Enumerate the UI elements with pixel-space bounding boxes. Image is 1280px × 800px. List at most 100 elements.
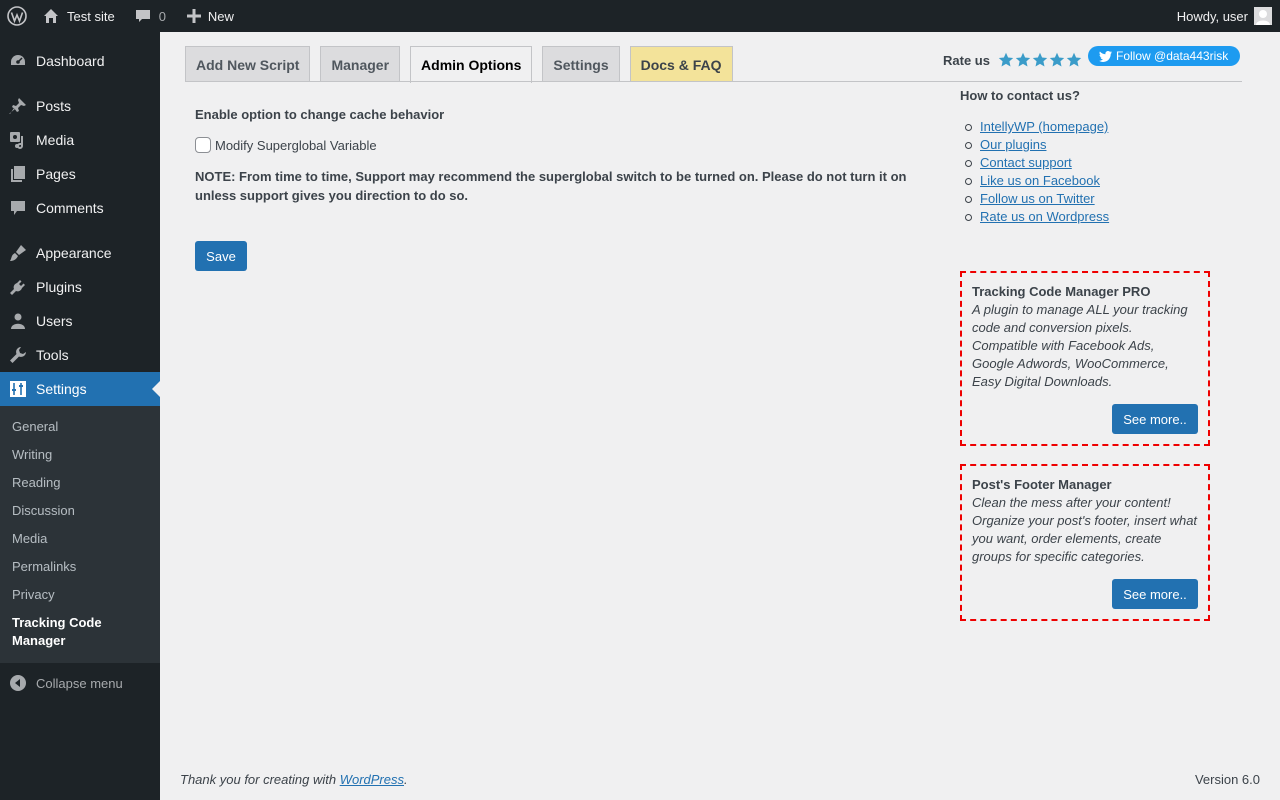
promo-title: Post's Footer Manager <box>972 477 1112 492</box>
sidebar-item-label: Appearance <box>36 245 112 261</box>
submenu-item-reading[interactable]: Reading <box>12 474 152 492</box>
submenu-item-discussion[interactable]: Discussion <box>12 502 152 520</box>
wordpress-link[interactable]: WordPress <box>340 772 404 787</box>
sidebar-item-pages[interactable]: Pages <box>0 157 160 191</box>
collapse-menu-label: Collapse menu <box>36 675 123 691</box>
avatar <box>1254 7 1272 25</box>
sidebar-item-label: Dashboard <box>36 53 105 69</box>
submenu-item-privacy[interactable]: Privacy <box>12 586 152 604</box>
user-icon <box>0 304 36 338</box>
sidebar-item-label: Pages <box>36 166 76 182</box>
promo-box-tracking-pro: Tracking Code Manager PRO A plugin to ma… <box>960 271 1210 446</box>
sidebar-item-label: Comments <box>36 200 104 216</box>
sidebar-item-label: Users <box>36 313 73 329</box>
sidebar-item-settings[interactable]: Settings <box>0 372 160 406</box>
sidebar-item-label: Posts <box>36 98 72 114</box>
our-plugins-link[interactable]: Our plugins <box>980 137 1046 152</box>
sidebar-item-label: Tools <box>36 347 69 363</box>
superglobal-option[interactable]: Modify Superglobal Variable <box>195 137 925 153</box>
admin-sidebar: Dashboard Posts Media Pages Comments App… <box>0 32 160 800</box>
settings-submenu: General Writing Reading Discussion Media… <box>0 406 160 663</box>
list-item: IntellyWP (homepage) <box>965 118 1220 136</box>
sidebar-item-tools[interactable]: Tools <box>0 338 160 372</box>
tab-admin-options[interactable]: Admin Options <box>410 46 533 83</box>
sidebar-info: How to contact us? IntellyWP (homepage) … <box>960 88 1220 621</box>
submenu-item-writing[interactable]: Writing <box>12 446 152 464</box>
sidebar-item-dashboard[interactable]: Dashboard <box>0 44 160 78</box>
facebook-link[interactable]: Like us on Facebook <box>980 173 1100 188</box>
sidebar-item-label: Settings <box>36 381 87 397</box>
greeting: Howdy, user <box>1176 8 1248 24</box>
submenu-item-tracking-code-manager[interactable]: Tracking Code Manager <box>12 614 152 650</box>
save-button[interactable]: Save <box>195 241 247 271</box>
footer-thanks-suffix: . <box>404 772 408 787</box>
star-icon[interactable] <box>1049 52 1066 68</box>
footer-thanks: Thank you for creating with WordPress. <box>180 772 408 787</box>
star-icon[interactable] <box>1015 52 1032 68</box>
account-menu[interactable]: Howdy, user <box>1177 0 1272 32</box>
list-item: Contact support <box>965 154 1220 172</box>
tab-add-new-script[interactable]: Add New Script <box>185 46 311 82</box>
see-more-button[interactable]: See more.. <box>1112 404 1198 434</box>
sidebar-item-comments[interactable]: Comments <box>0 191 160 225</box>
promo-box-footer-manager: Post's Footer Manager Clean the mess aft… <box>960 464 1210 621</box>
checkbox-label[interactable]: Modify Superglobal Variable <box>215 138 377 153</box>
modify-superglobal-checkbox[interactable] <box>195 137 211 153</box>
collapse-arrow-icon <box>0 674 36 692</box>
sidebar-item-users[interactable]: Users <box>0 304 160 338</box>
twitter-bird-icon <box>1098 49 1112 63</box>
tab-settings[interactable]: Settings <box>542 46 620 82</box>
admin-bar: Test site 0 New Howdy, user <box>0 0 1280 32</box>
admin-options-form: Enable option to change cache behavior M… <box>195 92 925 271</box>
support-note: NOTE: From time to time, Support may rec… <box>195 169 907 203</box>
submenu-item-permalinks[interactable]: Permalinks <box>12 558 152 576</box>
sidebar-item-posts[interactable]: Posts <box>0 89 160 123</box>
brush-icon <box>0 236 36 270</box>
list-item: Our plugins <box>965 136 1220 154</box>
star-icon[interactable] <box>1032 52 1049 68</box>
promo-description: Clean the mess after your content! Organ… <box>972 495 1198 564</box>
rate-us-label: Rate us <box>943 52 990 68</box>
section-heading: Enable option to change cache behavior <box>195 107 445 122</box>
sidebar-item-media[interactable]: Media <box>0 123 160 157</box>
submenu-item-media[interactable]: Media <box>12 530 152 548</box>
wordpress-logo-button[interactable] <box>0 0 33 32</box>
contact-support-link[interactable]: Contact support <box>980 155 1072 170</box>
rate-us: Rate us <box>943 52 1083 68</box>
rate-wordpress-link[interactable]: Rate us on Wordpress <box>980 209 1109 224</box>
sidebar-item-label: Media <box>36 132 75 148</box>
comment-icon <box>133 6 153 26</box>
list-item: Like us on Facebook <box>965 172 1220 190</box>
wrench-icon <box>0 338 36 372</box>
pages-icon <box>0 157 36 191</box>
comment-icon <box>0 191 36 225</box>
tab-divider <box>185 81 1242 82</box>
plus-icon <box>184 6 204 26</box>
star-icon[interactable] <box>998 52 1015 68</box>
site-name-link[interactable]: Test site <box>33 0 123 32</box>
twitter-follow-button[interactable]: Follow @data443risk <box>1088 46 1241 66</box>
collapse-menu-button[interactable]: Collapse menu <box>0 666 160 700</box>
tab-manager[interactable]: Manager <box>320 46 401 82</box>
home-icon <box>41 6 61 26</box>
comments-link[interactable]: 0 <box>125 0 174 32</box>
see-more-button[interactable]: See more.. <box>1112 579 1198 609</box>
media-icon <box>0 123 36 157</box>
star-icon[interactable] <box>1066 52 1083 68</box>
rating-stars[interactable] <box>998 52 1083 68</box>
settings-icon <box>0 372 36 406</box>
homepage-link[interactable]: IntellyWP (homepage) <box>980 119 1108 134</box>
plugin-tabs: Add New Script Manager Admin Options Set… <box>185 46 743 83</box>
twitter-link[interactable]: Follow us on Twitter <box>980 191 1095 206</box>
sidebar-item-appearance[interactable]: Appearance <box>0 236 160 270</box>
footer-thanks-prefix: Thank you for creating with <box>180 772 340 787</box>
promo-title: Tracking Code Manager PRO <box>972 284 1151 299</box>
plug-icon <box>0 270 36 304</box>
submenu-item-general[interactable]: General <box>12 418 152 436</box>
wordpress-logo-icon <box>7 6 27 26</box>
dashboard-icon <box>0 44 36 78</box>
sidebar-item-plugins[interactable]: Plugins <box>0 270 160 304</box>
tab-docs-faq[interactable]: Docs & FAQ <box>629 46 733 82</box>
follow-label: Follow @data443risk <box>1116 49 1229 63</box>
new-content-button[interactable]: New <box>176 0 242 32</box>
